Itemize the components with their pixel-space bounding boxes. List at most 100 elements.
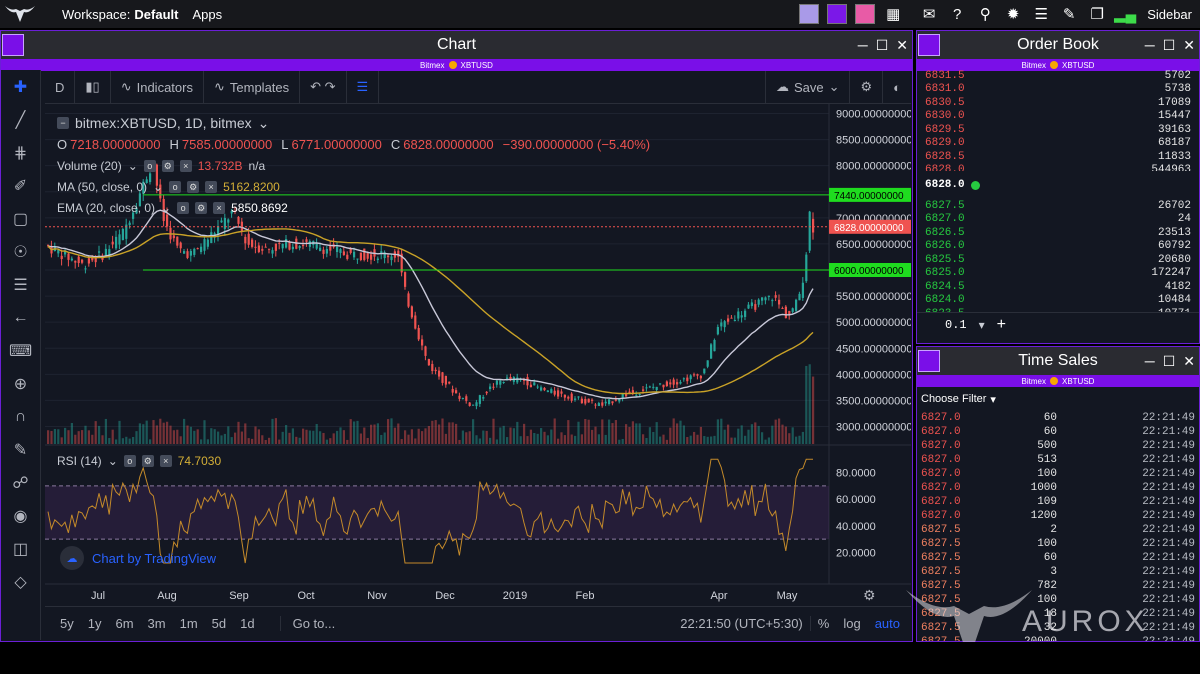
range-5d[interactable]: 5d (205, 616, 233, 631)
camera-icon[interactable]: ◐ (883, 71, 911, 104)
eye-icon[interactable]: o (143, 159, 156, 172)
trash-icon[interactable]: ◫ (1, 532, 40, 565)
symbol-title[interactable]: bitmex:XBTUSD, 1D, bitmex (75, 115, 252, 131)
close-icon[interactable]: ✕ (1183, 37, 1195, 54)
color-swatch-pink[interactable] (855, 4, 876, 24)
search-icon[interactable]: ⚲ (975, 4, 995, 24)
bid-row[interactable]: 6824.5 4182 (917, 280, 1199, 294)
prediction-icon[interactable]: ☰ (1, 268, 40, 301)
step-select[interactable]: 0.1 (945, 318, 967, 332)
filter-select[interactable]: Choose Filter ▾ (917, 387, 1199, 411)
goto-button[interactable]: Go to... (279, 616, 343, 631)
ma-label[interactable]: MA (50, close, 0) (57, 180, 147, 194)
bid-row[interactable]: 6826.5 23513 (917, 226, 1199, 240)
ask-row[interactable]: 6829.0 68187 (917, 137, 1199, 151)
settings-icon[interactable]: ⚙ (161, 159, 174, 172)
maximize-icon[interactable]: ☐ (1163, 37, 1176, 54)
eye-icon[interactable]: ◉ (1, 499, 40, 532)
settings-icon[interactable]: ⚙ (187, 180, 200, 193)
axis-settings-icon[interactable]: ⚙ (863, 587, 876, 603)
help-icon[interactable]: ? (947, 4, 967, 24)
maximize-icon[interactable]: ☐ (1163, 353, 1176, 370)
minimize-icon[interactable]: ─ (1145, 37, 1155, 53)
plus-icon[interactable]: + (997, 316, 1006, 334)
volume-label[interactable]: Volume (20) (57, 159, 122, 173)
lock-icon[interactable]: ☍ (1, 466, 40, 499)
panel-color-picker[interactable] (918, 34, 940, 56)
clock-display[interactable]: 22:21:50 (UTC+5:30) (673, 616, 809, 631)
close-icon[interactable]: ✕ (1183, 353, 1195, 370)
trade-row[interactable]: 6827.5 2 22:21:49 (917, 523, 1199, 537)
workspace-name[interactable]: Default (134, 7, 178, 22)
bid-row[interactable]: 6827.0 24 (917, 213, 1199, 227)
auto-toggle[interactable]: auto (868, 616, 907, 631)
bid-row[interactable]: 6827.5 26702 (917, 199, 1199, 213)
compare-icon[interactable]: ☰ (347, 70, 380, 104)
ask-row[interactable]: 6829.5 39163 (917, 123, 1199, 137)
trade-row[interactable]: 6827.0 100 22:21:49 (917, 467, 1199, 481)
brush-icon[interactable]: ✐ (1, 169, 40, 202)
back-arrow-icon[interactable]: ← (1, 301, 40, 334)
eye-icon[interactable]: o (169, 180, 182, 193)
trade-row[interactable]: 6827.0 1000 22:21:49 (917, 481, 1199, 495)
ask-row[interactable]: 6830.0 15447 (917, 110, 1199, 124)
ask-row[interactable]: 6831.0 5738 (917, 83, 1199, 97)
pattern-icon[interactable]: ☉ (1, 235, 40, 268)
layers-icon[interactable]: ☰ (1031, 4, 1051, 24)
interval-button[interactable]: D (45, 70, 76, 104)
close-icon[interactable]: × (213, 201, 226, 214)
trade-row[interactable]: 6827.0 1200 22:21:49 (917, 509, 1199, 523)
eye-icon[interactable]: o (177, 201, 190, 214)
trade-row[interactable]: 6827.0 513 22:21:49 (917, 453, 1199, 467)
edit-icon[interactable]: ✎ (1059, 4, 1079, 24)
trade-row[interactable]: 6827.5 100 22:21:49 (917, 537, 1199, 551)
bid-row[interactable]: 6826.0 60792 (917, 240, 1199, 254)
ask-row[interactable]: 6831.5 5702 (917, 69, 1199, 83)
text-icon[interactable]: ▢ (1, 202, 40, 235)
trade-row[interactable]: 6827.0 109 22:21:49 (917, 495, 1199, 509)
apps-menu[interactable]: Apps (192, 7, 222, 22)
undo-icon[interactable]: ↶ ↷ (300, 70, 347, 104)
eye-icon[interactable]: o (123, 454, 136, 467)
range-1d[interactable]: 1d (233, 616, 261, 631)
pitchfork-icon[interactable]: ⋕ (1, 136, 40, 169)
chevron-down-icon[interactable]: ▾ (979, 318, 985, 332)
bid-row[interactable]: 6824.0 10484 (917, 294, 1199, 308)
minimize-icon[interactable]: ─ (858, 37, 868, 53)
layers-tool-icon[interactable]: ◇ (1, 565, 40, 598)
range-1m[interactable]: 1m (173, 616, 205, 631)
tradingview-watermark[interactable]: ☁ Chart by TradingView (60, 546, 216, 570)
indicators-button[interactable]: ∿ Indicators (111, 70, 204, 104)
range-3m[interactable]: 3m (141, 616, 173, 631)
trade-row[interactable]: 6827.5 3 22:21:49 (917, 565, 1199, 579)
ask-row[interactable]: 6830.5 17089 (917, 96, 1199, 110)
range-1y[interactable]: 1y (81, 616, 109, 631)
add-widget-icon[interactable]: ▦ (883, 4, 903, 24)
settings-icon[interactable]: ⚙ (141, 454, 154, 467)
close-icon[interactable]: × (205, 180, 218, 193)
trade-row[interactable]: 6827.0 60 22:21:49 (917, 411, 1199, 425)
panel-color-picker[interactable] (2, 34, 24, 56)
candle-type-icon[interactable]: ▮▯ (75, 70, 111, 104)
maximize-icon[interactable]: ☐ (876, 37, 889, 54)
aperture-icon[interactable]: ✹ (1003, 4, 1023, 24)
color-swatch-lavender[interactable] (799, 4, 820, 24)
percent-toggle[interactable]: % (809, 616, 837, 631)
rsi-label[interactable]: RSI (14) (57, 454, 102, 468)
windows-icon[interactable]: ❐ (1087, 4, 1107, 24)
bid-row[interactable]: 6825.0 172247 (917, 267, 1199, 281)
range-6m[interactable]: 6m (108, 616, 140, 631)
save-button[interactable]: ☁ Save ⌄ (764, 70, 851, 104)
chat-icon[interactable]: ✉ (919, 4, 939, 24)
crosshair-icon[interactable]: ✚ (1, 70, 40, 103)
close-icon[interactable]: × (159, 454, 172, 467)
lock-draw-icon[interactable]: ✎ (1, 433, 40, 466)
trade-row[interactable]: 6827.5 60 22:21:49 (917, 551, 1199, 565)
log-toggle[interactable]: log (836, 616, 867, 631)
settings-icon[interactable]: ⚙ (195, 201, 208, 214)
close-icon[interactable]: × (179, 159, 192, 172)
magnet-icon[interactable]: ∩ (1, 400, 40, 433)
trade-row[interactable]: 6827.0 500 22:21:49 (917, 439, 1199, 453)
ema-label[interactable]: EMA (20, close, 0) (57, 201, 155, 215)
templates-button[interactable]: ∿ Templates (204, 70, 301, 104)
